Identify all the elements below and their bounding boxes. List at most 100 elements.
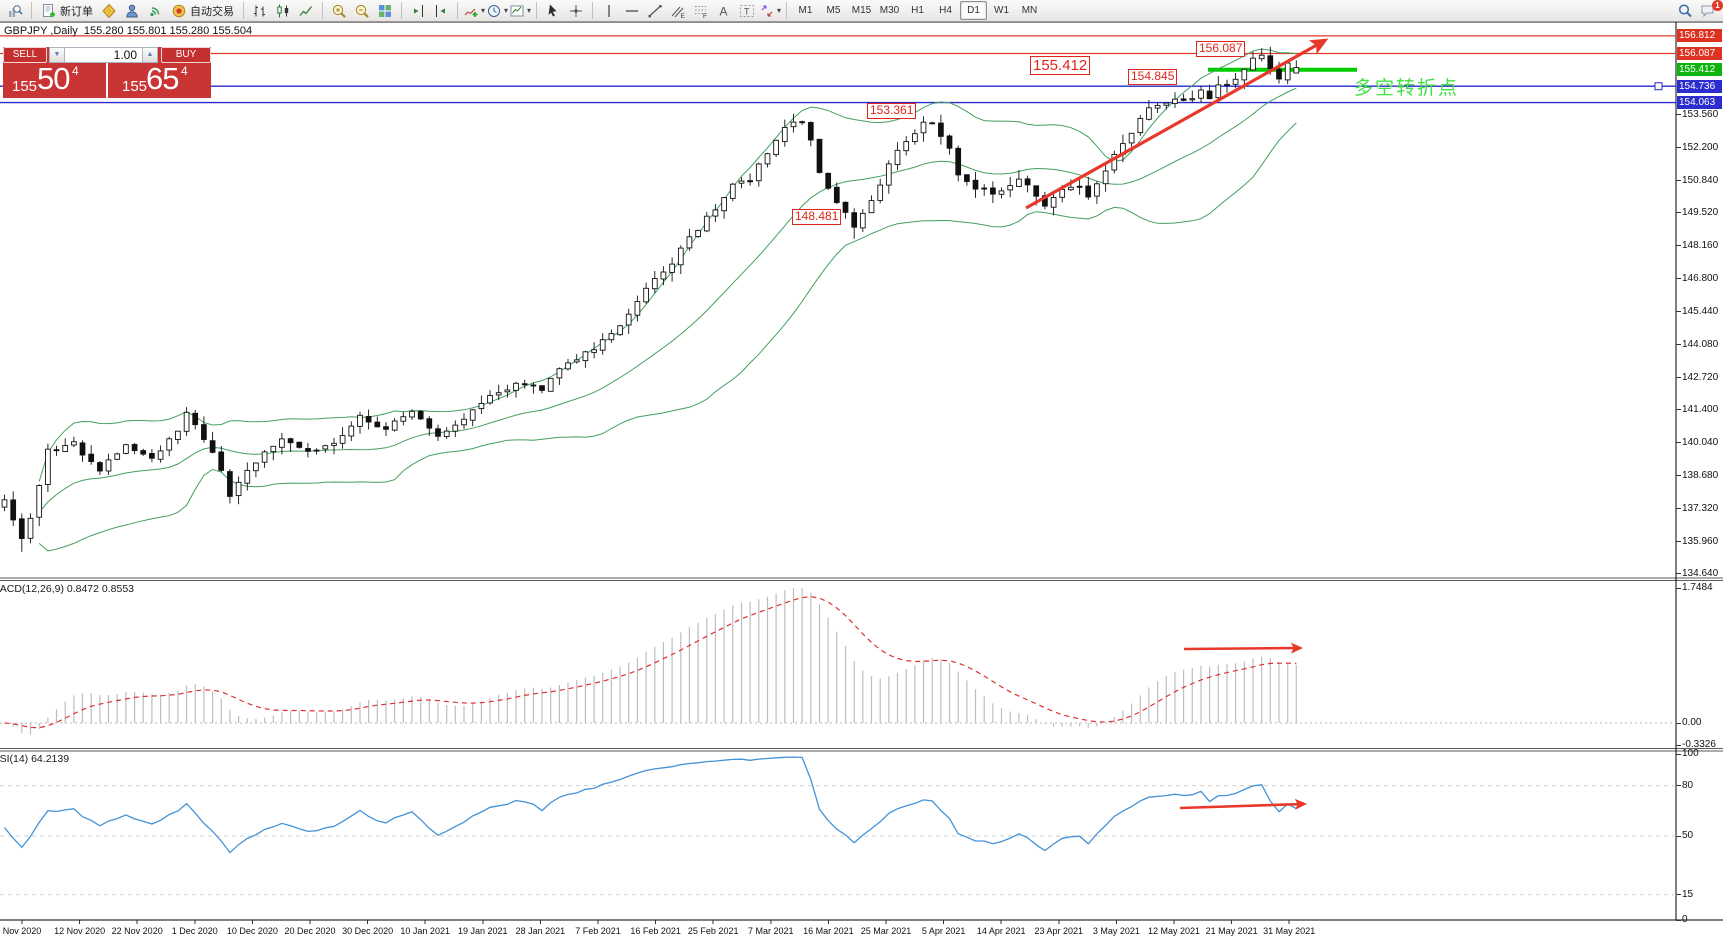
timeframe-button-w1[interactable]: W1 xyxy=(988,1,1015,20)
axis-tick-mark xyxy=(1676,311,1681,312)
axis-tick-mark xyxy=(1676,541,1681,542)
periods-icon[interactable]: ▾ xyxy=(486,1,508,20)
chevron-down-icon[interactable]: ▾ xyxy=(504,6,508,15)
timeframe-button-d1[interactable]: D1 xyxy=(960,1,987,20)
timeframe-button-h4[interactable]: H4 xyxy=(932,1,959,20)
chat-icon[interactable]: 1 xyxy=(1697,1,1719,20)
chevron-down-icon[interactable]: ▾ xyxy=(777,6,781,15)
market-watch-icon[interactable] xyxy=(98,1,120,20)
buy-price[interactable]: 155 65 4 xyxy=(108,63,211,98)
axis-tick-mark xyxy=(1676,475,1681,476)
chevron-down-icon[interactable]: ▾ xyxy=(481,6,485,15)
price-annotation[interactable]: 154.845 xyxy=(1128,69,1177,85)
price-annotation[interactable]: 148.481 xyxy=(792,209,841,225)
macd-arrow[interactable] xyxy=(1184,648,1300,649)
zoom-out-icon[interactable] xyxy=(351,1,373,20)
signal-icon[interactable] xyxy=(144,1,166,20)
rsi-line xyxy=(5,757,1297,853)
axis-tick-mark xyxy=(1676,588,1681,589)
horizontal-line-icon[interactable] xyxy=(621,1,643,20)
templates-icon[interactable]: ▾ xyxy=(509,1,531,20)
search-icon[interactable] xyxy=(1674,1,1696,20)
auto-scroll-icon[interactable] xyxy=(430,1,452,20)
level-handle[interactable] xyxy=(1655,83,1662,90)
axis-tick-mark xyxy=(1676,114,1681,115)
timeframe-button-h1[interactable]: H1 xyxy=(904,1,931,20)
text-icon[interactable]: A xyxy=(713,1,735,20)
time-axis-label: 5 Apr 2021 xyxy=(922,926,966,936)
annotation-note-text[interactable]: 多空转折点 xyxy=(1354,73,1459,100)
candlestick-chart-icon[interactable] xyxy=(272,1,294,20)
indicators-icon[interactable]: ▾ xyxy=(463,1,485,20)
volume-input[interactable] xyxy=(65,47,142,63)
triangle-down-icon: ▼ xyxy=(50,48,64,62)
time-axis-label: 19 Jan 2021 xyxy=(458,926,508,936)
axis-tick-mark xyxy=(1676,180,1681,181)
time-axis-label: 1 Dec 2020 xyxy=(172,926,218,936)
price-axis-tick: 144.080 xyxy=(1682,339,1718,350)
timeframe-button-m5[interactable]: M5 xyxy=(820,1,847,20)
time-axis-label: 7 Mar 2021 xyxy=(748,926,794,936)
axis-tick-mark xyxy=(1676,754,1681,755)
autotrading-label: 自动交易 xyxy=(190,3,234,19)
chart-shift-icon[interactable] xyxy=(407,1,429,20)
chevron-down-icon[interactable]: ▾ xyxy=(527,6,531,15)
axis-tick-mark xyxy=(1676,723,1681,724)
price-annotation[interactable]: 153.361 xyxy=(867,103,916,119)
autotrading-icon[interactable]: 自动交易 xyxy=(167,1,238,20)
toolbar-separator xyxy=(536,2,537,19)
timeframe-button-m30[interactable]: M30 xyxy=(876,1,903,20)
price-axis-tick: 138.680 xyxy=(1682,470,1718,481)
bar-chart-icon[interactable] xyxy=(249,1,271,20)
price-axis-tick: 148.160 xyxy=(1682,240,1718,251)
svg-text:F: F xyxy=(703,13,707,19)
metatrader-logo-icon[interactable] xyxy=(4,1,26,20)
vertical-line-icon[interactable] xyxy=(598,1,620,20)
cursor-icon[interactable] xyxy=(542,1,564,20)
rsi-axis-tick: 80 xyxy=(1682,780,1693,791)
axis-tick-mark xyxy=(1676,278,1681,279)
axis-tick-mark xyxy=(1676,836,1681,837)
new-order-label: 新订单 xyxy=(60,3,93,19)
timeframe-button-m1[interactable]: M1 xyxy=(792,1,819,20)
mt4-window: 新订单 自动交易 ▾ ▾ ▾ E FAT ▾ M1M5M15M30H1H4D1W1MN 1 GBP… xyxy=(0,0,1723,945)
svg-text:E: E xyxy=(681,13,686,19)
axis-tick-mark xyxy=(1676,442,1681,443)
timeframe-button-mn[interactable]: MN xyxy=(1016,1,1043,20)
price-axis-tick: 153.560 xyxy=(1682,109,1718,120)
axis-tick-mark xyxy=(1676,785,1681,786)
macd-signal-line xyxy=(5,597,1297,728)
time-axis-label: 28 Jan 2021 xyxy=(516,926,566,936)
sell-price[interactable]: 155 50 4 xyxy=(3,63,106,98)
price-badge: 155.412 xyxy=(1677,63,1722,76)
toolbar-separator xyxy=(401,2,402,19)
line-chart-icon[interactable] xyxy=(295,1,317,20)
chart-canvas[interactable] xyxy=(0,22,1723,945)
axis-tick-mark xyxy=(1676,212,1681,213)
time-axis-label: 30 Dec 2020 xyxy=(342,926,393,936)
chart-area[interactable]: GBPJPY ,Daily 155.280 155.801 155.280 15… xyxy=(0,22,1723,945)
equidistant-channel-icon[interactable]: E xyxy=(667,1,689,20)
price-axis-tick: 140.040 xyxy=(1682,437,1718,448)
time-axis-label: 21 May 2021 xyxy=(1206,926,1258,936)
time-axis-ticks xyxy=(22,920,1289,924)
arrows-icon[interactable]: ▾ xyxy=(759,1,781,20)
time-axis-label: 25 Mar 2021 xyxy=(861,926,912,936)
price-badge: 156.812 xyxy=(1677,29,1722,42)
tile-windows-icon[interactable] xyxy=(374,1,396,20)
bollinger-middle xyxy=(39,88,1296,512)
price-axis-tick: 137.320 xyxy=(1682,503,1718,514)
axis-tick-mark xyxy=(1676,409,1681,410)
navigator-icon[interactable] xyxy=(121,1,143,20)
new-order-icon[interactable]: 新订单 xyxy=(37,1,97,20)
time-axis-label: 10 Dec 2020 xyxy=(227,926,278,936)
price-annotation[interactable]: 156.087 xyxy=(1196,41,1245,57)
trendline-icon[interactable] xyxy=(644,1,666,20)
time-axis-label: 16 Mar 2021 xyxy=(803,926,854,936)
text-label-icon[interactable]: T xyxy=(736,1,758,20)
price-annotation[interactable]: 155.412 xyxy=(1030,56,1090,75)
fibonacci-icon[interactable]: F xyxy=(690,1,712,20)
zoom-in-icon[interactable] xyxy=(328,1,350,20)
crosshair-icon[interactable] xyxy=(565,1,587,20)
timeframe-button-m15[interactable]: M15 xyxy=(848,1,875,20)
